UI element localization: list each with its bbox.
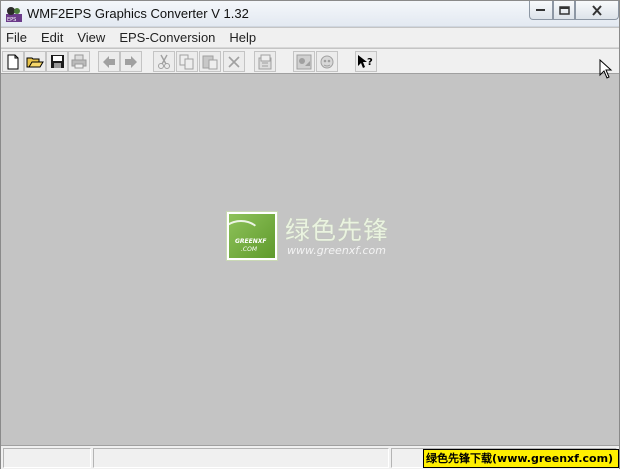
paste-button[interactable]	[199, 51, 221, 72]
watermark-url: www.greenxf.com	[287, 244, 386, 257]
context-help-icon: ?	[358, 54, 373, 68]
svg-text:EPS: EPS	[7, 17, 16, 23]
new-button[interactable]	[2, 51, 24, 72]
forward-button[interactable]	[120, 51, 142, 72]
title-bar[interactable]: EPS WMF2EPS Graphics Converter V 1.32	[1, 1, 619, 27]
convert-icon	[296, 54, 312, 69]
app-icon[interactable]: EPS	[5, 5, 23, 23]
menu-help[interactable]: Help	[222, 28, 263, 48]
copy-icon	[179, 54, 194, 69]
open-button[interactable]	[24, 51, 46, 72]
delete-button[interactable]	[223, 51, 245, 72]
status-pane-2	[93, 448, 389, 468]
save-button[interactable]	[46, 51, 68, 72]
open-icon	[26, 57, 44, 68]
back-button[interactable]	[98, 51, 120, 72]
convert-all-button[interactable]	[316, 51, 338, 72]
print-icon	[71, 54, 87, 69]
watermark-logo: GREENXF .COM	[226, 211, 278, 261]
delete-icon	[228, 55, 240, 68]
status-pane-1	[3, 448, 91, 468]
menu-file[interactable]: File	[1, 28, 34, 48]
back-icon	[103, 55, 115, 68]
minimize-button[interactable]	[529, 1, 553, 20]
mouse-cursor-icon	[599, 59, 613, 79]
context-help-button[interactable]: ?	[355, 51, 377, 72]
close-icon	[592, 4, 602, 16]
convert-button[interactable]	[293, 51, 315, 72]
app-window: EPS WMF2EPS Graphics Converter V 1.32 Fi…	[0, 0, 620, 469]
paste-icon	[202, 55, 218, 69]
new-icon	[7, 54, 19, 69]
menu-bar: File Edit View EPS-Conversion Help	[1, 28, 619, 48]
watermark-site-name: 绿色先锋	[285, 216, 390, 245]
properties-icon	[258, 54, 272, 69]
properties-button[interactable]	[254, 51, 276, 72]
save-icon	[50, 55, 64, 68]
print-button[interactable]	[68, 51, 90, 72]
maximize-icon	[558, 5, 570, 15]
menu-eps-conversion[interactable]: EPS-Conversion	[112, 28, 222, 48]
copy-button[interactable]	[176, 51, 198, 72]
svg-text:?: ?	[367, 57, 373, 68]
menu-edit[interactable]: Edit	[34, 28, 70, 48]
maximize-button[interactable]	[553, 1, 575, 20]
cut-button[interactable]	[153, 51, 175, 72]
close-button[interactable]	[575, 1, 619, 20]
menu-view[interactable]: View	[70, 28, 112, 48]
convert-all-icon	[320, 55, 334, 68]
forward-icon	[125, 55, 137, 68]
watermark-logo-line1: GREENXF	[235, 238, 267, 245]
download-banner: 绿色先锋下载(www.greenxf.com)	[423, 449, 619, 468]
watermark-logo-line2: .COM	[241, 246, 257, 253]
cut-icon	[158, 54, 170, 69]
minimize-icon	[536, 9, 545, 11]
document-workspace[interactable]	[1, 75, 619, 445]
toolbar: ?	[1, 49, 619, 74]
window-title: WMF2EPS Graphics Converter V 1.32	[27, 6, 249, 21]
